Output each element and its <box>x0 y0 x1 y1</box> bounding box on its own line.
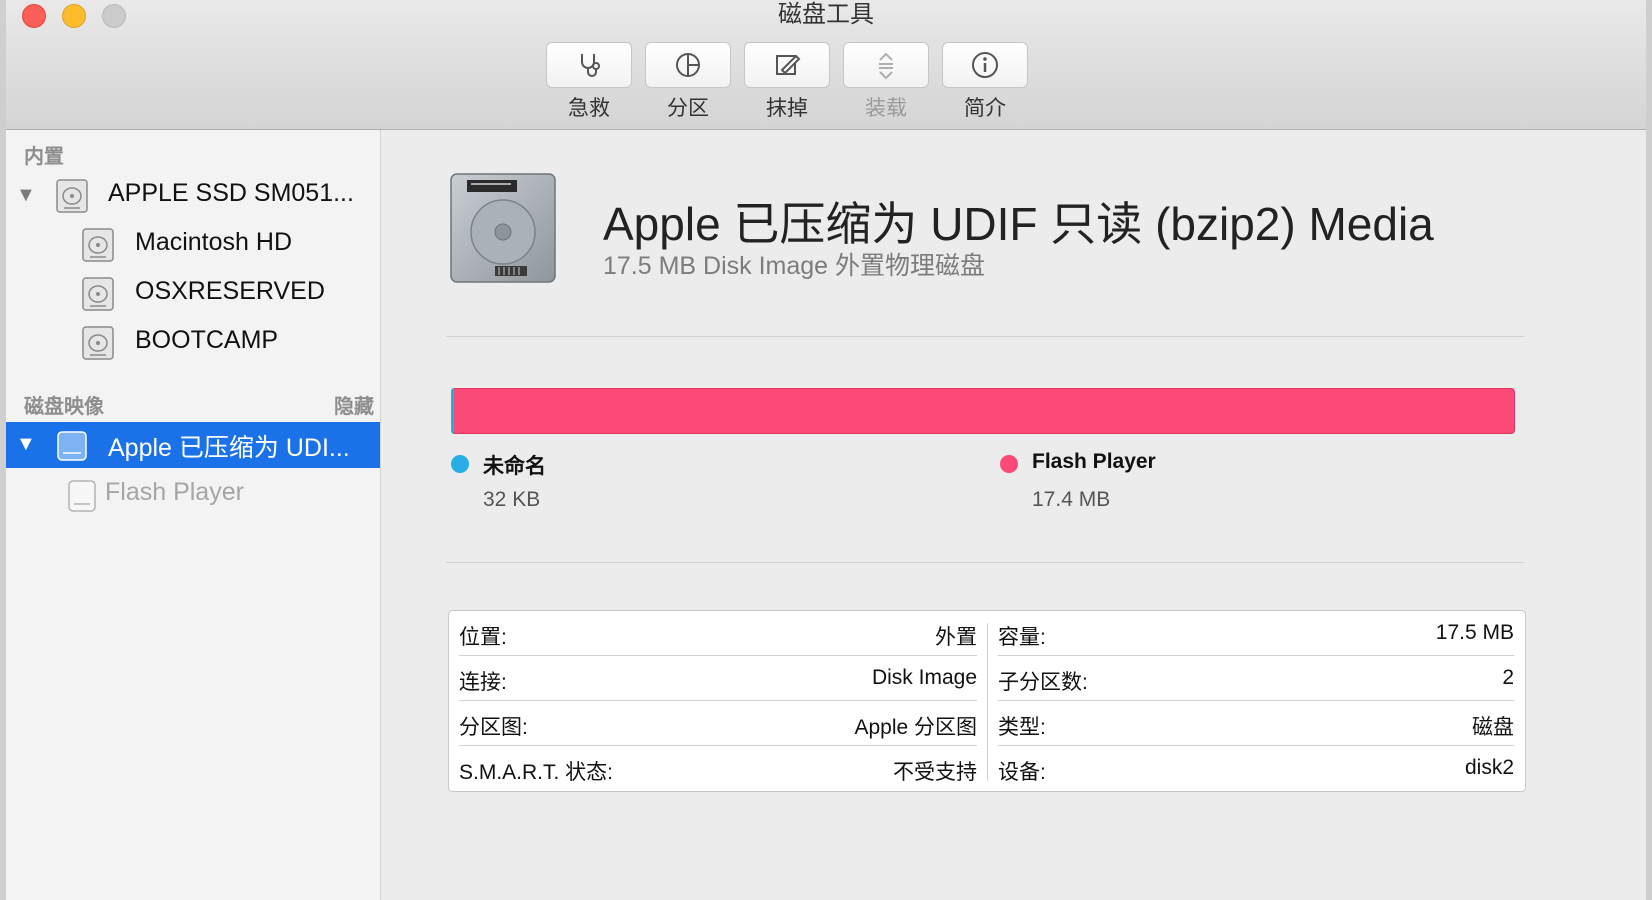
legend-name: Flash Player <box>1032 450 1156 473</box>
info-row: 类型: 磁盘 <box>998 701 1514 746</box>
window-title: 磁盘工具 <box>778 1 874 28</box>
info-button-face[interactable] <box>942 42 1028 88</box>
disk-images-section-header: 磁盘映像 <box>24 396 104 418</box>
info-row: 子分区数: 2 <box>998 656 1514 701</box>
detail-pane: Apple 已压缩为 UDIF 只读 (bzip2) Media 17.5 MB… <box>381 130 1646 900</box>
info-row: 连接: Disk Image <box>459 656 977 701</box>
info-key: 分区图: <box>459 716 528 739</box>
sidebar-item-label: APPLE SSD SM051... <box>108 179 354 207</box>
mount-label: 装载 <box>865 97 907 120</box>
info-label: 简介 <box>964 97 1006 120</box>
title-bar: 磁盘工具 急救 分区 抹掉 装载 简介 <box>6 0 1646 130</box>
sidebar-item-apple-udif-image[interactable]: ▼ Apple 已压缩为 UDI... <box>6 422 380 468</box>
mount-button[interactable]: 装载 <box>843 42 929 122</box>
info-value: 17.5 MB <box>1435 621 1514 644</box>
sidebar-item-macintosh-hd[interactable]: Macintosh HD <box>6 222 380 268</box>
volume-icon <box>82 277 114 311</box>
legend-name: 未命名 <box>483 455 546 478</box>
partition-button-face[interactable] <box>645 42 731 88</box>
info-key: 类型: <box>998 716 1046 739</box>
sidebar-item-label: BOOTCAMP <box>135 326 279 354</box>
unmounted-volume-icon <box>68 480 96 512</box>
info-value: 磁盘 <box>1472 716 1514 739</box>
info-row: 设备: disk2 <box>998 746 1514 790</box>
sidebar-item-label: OSXRESERVED <box>135 277 325 305</box>
sidebar-item-osxreserved[interactable]: OSXRESERVED <box>6 271 380 317</box>
internal-section-header: 内置 <box>24 146 64 168</box>
info-key: S.M.A.R.T. 状态: <box>459 761 614 784</box>
info-key: 连接: <box>459 671 507 694</box>
info-value: 不受支持 <box>893 761 977 784</box>
sidebar-item-label: Flash Player <box>105 478 244 506</box>
disk-image-icon <box>57 431 87 461</box>
info-key: 容量: <box>998 626 1046 649</box>
info-value: Apple 分区图 <box>854 716 977 739</box>
disk-subtitle: 17.5 MB Disk Image 外置物理磁盘 <box>603 252 986 280</box>
info-row: 位置: 外置 <box>459 611 977 656</box>
info-value: Disk Image <box>871 666 977 689</box>
stethoscope-icon <box>581 54 600 77</box>
volume-icon <box>82 326 114 360</box>
sidebar-item-label: Apple 已压缩为 UDI... <box>108 434 350 462</box>
sidebar-item-label: Macintosh HD <box>135 228 292 256</box>
divider <box>446 336 1524 337</box>
first-aid-button[interactable]: 急救 <box>546 42 632 122</box>
legend-color-dot <box>451 455 469 473</box>
info-value: disk2 <box>1464 756 1514 779</box>
disk-utility-window: 磁盘工具 急救 分区 抹掉 装载 简介 内置 ▼ APPLE SSD SM051… <box>6 0 1646 900</box>
sidebar-item-apple-ssd[interactable]: ▼ APPLE SSD SM051... <box>6 173 380 219</box>
erase-button-face[interactable] <box>744 42 830 88</box>
mount-button-face[interactable] <box>843 42 929 88</box>
first-aid-label: 急救 <box>568 97 610 120</box>
sidebar-item-flash-player[interactable]: Flash Player <box>6 472 380 518</box>
info-button[interactable]: 简介 <box>942 42 1028 122</box>
info-row: S.M.A.R.T. 状态: 不受支持 <box>459 746 977 790</box>
usage-bar-free-segment <box>451 388 454 434</box>
hard-drive-large-icon <box>450 173 556 283</box>
info-key: 设备: <box>998 761 1046 784</box>
erase-button[interactable]: 抹掉 <box>744 42 830 122</box>
legend-color-dot <box>1000 455 1018 473</box>
info-row: 容量: 17.5 MB <box>998 611 1514 656</box>
info-value: 外置 <box>935 626 977 649</box>
usage-bar <box>451 388 1515 434</box>
disclosure-triangle-icon[interactable]: ▼ <box>16 184 36 207</box>
info-table: 位置: 外置 连接: Disk Image 分区图: Apple 分区图 S.M… <box>448 610 1526 792</box>
first-aid-button-face[interactable] <box>546 42 632 88</box>
hard-drive-icon <box>56 179 88 213</box>
disk-title: Apple 已压缩为 UDIF 只读 (bzip2) Media <box>603 198 1434 250</box>
volume-icon <box>82 228 114 262</box>
disclosure-triangle-icon[interactable]: ▼ <box>16 433 36 456</box>
partition-label: 分区 <box>667 97 709 120</box>
divider <box>446 562 1524 563</box>
partition-button[interactable]: 分区 <box>645 42 731 122</box>
erase-label: 抹掉 <box>766 97 808 120</box>
info-row: 分区图: Apple 分区图 <box>459 701 977 746</box>
info-column-left: 位置: 外置 连接: Disk Image 分区图: Apple 分区图 S.M… <box>449 611 977 791</box>
sidebar-item-bootcamp[interactable]: BOOTCAMP <box>6 320 380 366</box>
info-column-right: 容量: 17.5 MB 子分区数: 2 类型: 磁盘 设备: disk2 <box>988 611 1524 791</box>
info-key: 子分区数: <box>998 671 1088 694</box>
legend-size: 32 KB <box>483 488 541 511</box>
info-value: 2 <box>1502 666 1514 689</box>
mount-arrows-icon <box>879 52 893 80</box>
hide-section-button[interactable]: 隐藏 <box>334 390 374 419</box>
sidebar: 内置 ▼ APPLE SSD SM051... Macintosh HD OSX… <box>6 130 381 900</box>
pie-partition-icon <box>676 53 700 77</box>
legend-size: 17.4 MB <box>1032 488 1111 511</box>
info-key: 位置: <box>459 626 507 649</box>
info-icon <box>972 52 998 78</box>
eraser-pencil-icon <box>776 54 801 75</box>
